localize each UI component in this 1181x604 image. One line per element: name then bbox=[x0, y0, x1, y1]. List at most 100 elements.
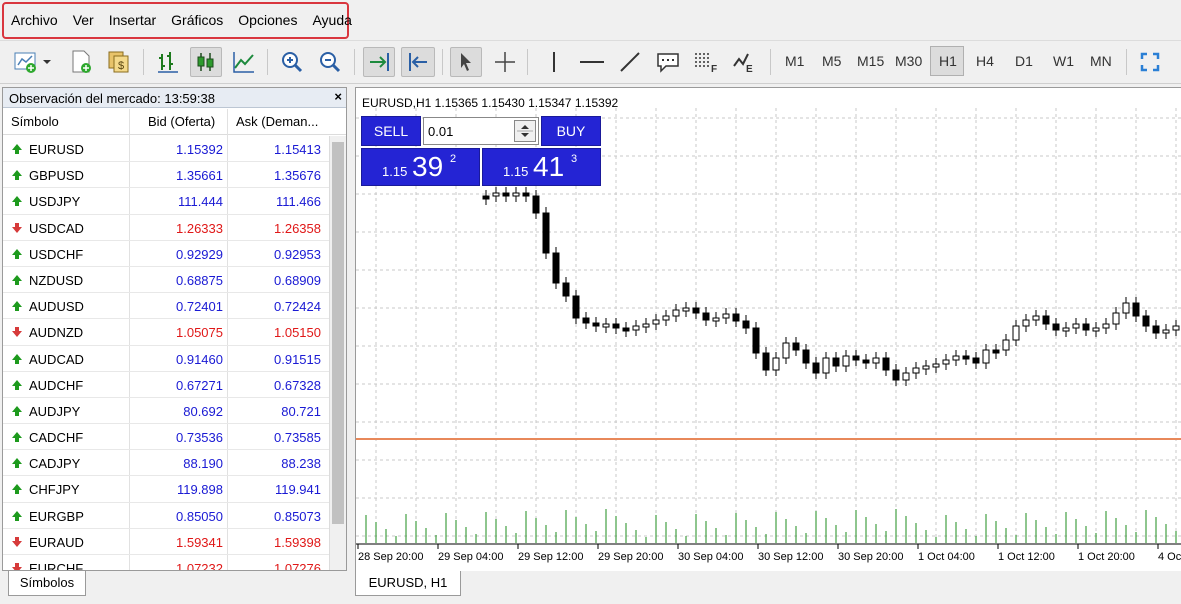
comment-icon bbox=[657, 53, 679, 73]
fullscreen-button[interactable] bbox=[1136, 47, 1164, 77]
tab-chart-eurusd[interactable]: EURUSD, H1 bbox=[355, 571, 461, 596]
row-ask: 1.35676 bbox=[274, 168, 321, 184]
menu-ver[interactable]: Ver bbox=[73, 12, 94, 28]
x-tick-label: 29 Sep 04:00 bbox=[438, 551, 503, 563]
candle-body bbox=[782, 342, 790, 359]
timeframe-m5[interactable]: M5 bbox=[822, 53, 841, 69]
market-watch-button[interactable]: $ bbox=[104, 47, 134, 77]
candle-body bbox=[692, 307, 700, 314]
crosshair-button[interactable] bbox=[490, 47, 520, 77]
candle-body bbox=[652, 319, 660, 325]
timeframe-d1[interactable]: D1 bbox=[1015, 53, 1033, 69]
profiles-button[interactable] bbox=[66, 47, 96, 77]
candlestick-chart-button[interactable] bbox=[190, 47, 222, 77]
menu-insertar[interactable]: Insertar bbox=[109, 12, 156, 28]
column-bid-header[interactable]: Bid (Oferta) bbox=[148, 114, 215, 129]
candle-body bbox=[1052, 323, 1060, 331]
table-row[interactable]: USDCAD 1.26333 1.26358 bbox=[3, 215, 329, 241]
timeframe-w1[interactable]: W1 bbox=[1053, 53, 1074, 69]
zoom-out-button[interactable] bbox=[315, 47, 345, 77]
buy-price-box[interactable]: 1.15 41 3 bbox=[482, 148, 601, 186]
horizontal-line-button[interactable] bbox=[577, 47, 607, 77]
table-row[interactable]: AUDUSD 0.72401 0.72424 bbox=[3, 293, 329, 320]
arrow-up-icon bbox=[12, 274, 22, 285]
row-ask: 0.85073 bbox=[274, 508, 321, 524]
row-symbol: EURGBP bbox=[29, 508, 84, 524]
bar-chart-button[interactable] bbox=[153, 47, 183, 77]
new-chart-button[interactable] bbox=[10, 47, 56, 77]
table-row[interactable]: EURCHF 1.07232 1.07276 bbox=[3, 555, 329, 571]
text-button[interactable] bbox=[652, 47, 684, 77]
chart-shift-button[interactable] bbox=[401, 47, 435, 77]
candlestick-icon bbox=[197, 53, 214, 71]
menu-bar: Archivo Ver Insertar Gráficos Opciones A… bbox=[0, 0, 1181, 40]
arrow-down-icon bbox=[12, 327, 22, 338]
table-row[interactable]: EURGBP 0.85050 0.85073 bbox=[3, 503, 329, 529]
chart-info-label: EURUSD,H1 1.15365 1.15430 1.15347 1.1539… bbox=[362, 96, 619, 110]
timeframe-h4[interactable]: H4 bbox=[976, 53, 994, 69]
sell-button[interactable]: SELL bbox=[361, 116, 421, 146]
fibonacci-button[interactable]: F bbox=[690, 47, 722, 77]
candle-body bbox=[992, 349, 1000, 354]
menu-ayuda[interactable]: Ayuda bbox=[312, 12, 351, 28]
auto-scroll-button[interactable] bbox=[363, 47, 395, 77]
candle-body bbox=[702, 312, 710, 321]
table-row[interactable]: EURUSD 1.15392 1.15413 bbox=[3, 136, 329, 163]
table-row[interactable]: CADCHF 0.73536 0.73585 bbox=[3, 424, 329, 451]
row-ask: 111.466 bbox=[275, 194, 321, 210]
dollar-windows-icon: $ bbox=[108, 51, 129, 73]
scrollbar-thumb[interactable] bbox=[332, 142, 344, 524]
row-symbol: USDJPY bbox=[29, 194, 81, 210]
x-tick-label: 1 Oct 12:00 bbox=[998, 551, 1055, 563]
timeframe-m15[interactable]: M15 bbox=[857, 53, 884, 69]
tab-simbolos[interactable]: Símbolos bbox=[8, 571, 86, 596]
row-ask: 80.721 bbox=[281, 403, 321, 419]
table-row[interactable]: USDJPY 111.444 111.466 bbox=[3, 188, 329, 215]
row-symbol: AUDUSD bbox=[29, 299, 84, 315]
menu-graficos[interactable]: Gráficos bbox=[171, 12, 223, 28]
row-bid: 1.07232 bbox=[176, 561, 223, 571]
table-row[interactable]: CADJPY 88.190 88.238 bbox=[3, 450, 329, 477]
line-chart-button[interactable] bbox=[229, 47, 259, 77]
candle-body bbox=[1132, 302, 1140, 317]
table-row[interactable]: EURAUD 1.59341 1.59398 bbox=[3, 529, 329, 555]
trend-line-button[interactable] bbox=[615, 47, 645, 77]
timeframe-mn[interactable]: MN bbox=[1090, 53, 1112, 69]
x-tick-label: 29 Sep 12:00 bbox=[518, 551, 583, 563]
row-symbol: CHFJPY bbox=[29, 482, 80, 498]
row-bid: 1.35661 bbox=[176, 168, 223, 184]
table-row[interactable]: GBPUSD 1.35661 1.35676 bbox=[3, 162, 329, 189]
lot-spinner[interactable] bbox=[514, 120, 536, 142]
table-row[interactable]: NZDUSD 0.68875 0.68909 bbox=[3, 267, 329, 294]
market-watch-panel: Observación del mercado: 13:59:38 × Símb… bbox=[2, 87, 347, 571]
market-watch-scrollbar[interactable] bbox=[329, 136, 346, 570]
elliott-button[interactable]: E bbox=[729, 47, 761, 77]
row-symbol: USDCAD bbox=[29, 220, 84, 236]
table-row[interactable]: AUDNZD 1.05075 1.05150 bbox=[3, 319, 329, 346]
table-row[interactable]: CHFJPY 119.898 119.941 bbox=[3, 476, 329, 503]
lot-size-field[interactable]: 0.01 bbox=[423, 117, 539, 145]
table-row[interactable]: AUDCAD 0.91460 0.91515 bbox=[3, 346, 329, 372]
vertical-line-button[interactable] bbox=[540, 47, 568, 77]
table-row[interactable]: AUDCHF 0.67271 0.67328 bbox=[3, 372, 329, 398]
buy-button[interactable]: BUY bbox=[541, 116, 601, 146]
column-ask-header[interactable]: Ask (Deman... bbox=[236, 114, 318, 129]
close-icon[interactable]: × bbox=[334, 89, 342, 104]
table-row[interactable]: AUDJPY 80.692 80.721 bbox=[3, 398, 329, 425]
timeframe-m1[interactable]: M1 bbox=[785, 53, 804, 69]
cursor-button[interactable] bbox=[450, 47, 482, 77]
row-bid: 1.05075 bbox=[176, 325, 223, 341]
table-row[interactable]: USDCHF 0.92929 0.92953 bbox=[3, 241, 329, 267]
candle-body bbox=[842, 355, 850, 367]
timeframe-h1[interactable]: H1 bbox=[939, 53, 957, 69]
sell-price-big: 39 bbox=[412, 151, 444, 182]
menu-archivo[interactable]: Archivo bbox=[11, 12, 58, 28]
candle-body bbox=[622, 327, 630, 332]
timeframe-m30[interactable]: M30 bbox=[895, 53, 922, 69]
column-symbol-header[interactable]: Símbolo bbox=[11, 114, 59, 129]
sell-price-box[interactable]: 1.15 39 2 bbox=[361, 148, 480, 186]
zoom-in-button[interactable] bbox=[277, 47, 307, 77]
menu-opciones[interactable]: Opciones bbox=[238, 12, 297, 28]
candle-body bbox=[802, 349, 810, 364]
arrow-up-icon bbox=[12, 510, 22, 521]
